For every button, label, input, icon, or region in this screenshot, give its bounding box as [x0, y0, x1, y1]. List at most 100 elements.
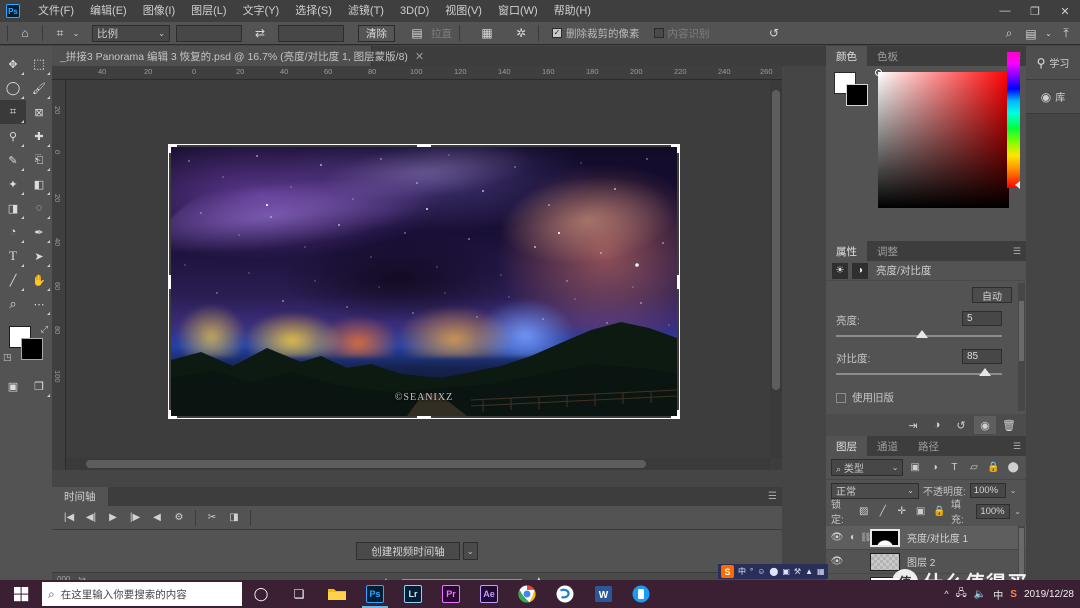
- task-view-icon[interactable]: ❏: [280, 580, 318, 608]
- document-tab[interactable]: _拼接3 Panorama 编辑 3 恢复的.psd @ 16.7% (亮度/对…: [52, 46, 424, 66]
- eyedropper-tool[interactable]: ⚲: [0, 124, 26, 148]
- brush-tool[interactable]: ✎: [0, 148, 26, 172]
- windows-start-icon[interactable]: [0, 580, 42, 608]
- straighten-icon[interactable]: ▤: [407, 24, 427, 43]
- filter-shape-icon[interactable]: ▱: [966, 460, 982, 476]
- play-button[interactable]: ▶: [102, 508, 124, 528]
- close-button[interactable]: ✕: [1050, 0, 1080, 22]
- fill-value[interactable]: 100%: [976, 503, 1011, 519]
- tab-properties[interactable]: 属性: [826, 241, 867, 261]
- zoom-tool[interactable]: ⌕: [0, 292, 26, 316]
- ime-menu[interactable]: ▦: [817, 567, 825, 576]
- ime-skin[interactable]: ▲: [805, 567, 813, 576]
- crop-width-input[interactable]: [176, 24, 242, 42]
- crop-handle-tr2[interactable]: [677, 144, 680, 153]
- contrast-slider[interactable]: [836, 368, 1002, 376]
- crop-overlay-icon[interactable]: ▦: [477, 24, 497, 43]
- tab-paths[interactable]: 路径: [908, 436, 949, 456]
- maximize-button[interactable]: ❐: [1020, 0, 1050, 22]
- default-colors-icon[interactable]: ◳: [3, 352, 12, 363]
- lock-all-icon[interactable]: 🔒: [932, 503, 947, 519]
- network-icon[interactable]: 🖧: [956, 586, 967, 603]
- menu-select[interactable]: 选择(S): [287, 0, 340, 22]
- cortana-icon[interactable]: ◯: [242, 580, 280, 608]
- clone-stamp-tool[interactable]: ⎗: [26, 148, 52, 172]
- lock-image-icon[interactable]: ╱: [875, 503, 890, 519]
- panel-menu-icon[interactable]: ☰: [1013, 247, 1021, 256]
- chevron-down-icon[interactable]: ⌄: [1010, 486, 1017, 495]
- canvas-vertical-scrollbar[interactable]: [770, 80, 782, 458]
- sogou-ime-logo-icon[interactable]: S: [721, 565, 734, 578]
- milky-way-panorama-image[interactable]: ©SEANIXZ: [171, 147, 677, 416]
- use-legacy-checkbox[interactable]: [836, 392, 846, 403]
- swap-colors-icon[interactable]: ⤢: [41, 324, 48, 335]
- contrast-value[interactable]: 85: [962, 349, 1002, 364]
- taskbar-app-photoshop[interactable]: Ps: [356, 580, 394, 608]
- tab-adjustments[interactable]: 调整: [867, 241, 908, 261]
- taskbar-app-file-explorer[interactable]: [318, 580, 356, 608]
- content-aware-checkbox[interactable]: ✓: [653, 28, 664, 38]
- chevron-down-icon[interactable]: ⌄: [462, 542, 478, 560]
- taskbar-app-sogou-browser[interactable]: [546, 580, 584, 608]
- chevron-down-icon[interactable]: ⌄: [70, 24, 82, 43]
- opacity-value[interactable]: 100%: [969, 483, 1006, 498]
- tab-color[interactable]: 颜色: [826, 46, 867, 66]
- spot-healing-tool[interactable]: ✚: [26, 124, 52, 148]
- split-clip-button[interactable]: ✂: [201, 508, 223, 528]
- filter-image-icon[interactable]: ▣: [907, 460, 923, 476]
- close-icon[interactable]: ✕: [415, 50, 424, 63]
- crop-handle-bl[interactable]: [168, 416, 177, 419]
- tab-timeline[interactable]: 时间轴: [52, 487, 108, 506]
- chevron-down-icon[interactable]: ⌄: [1014, 507, 1021, 516]
- hand-tool[interactable]: ✋: [26, 268, 52, 292]
- minimize-button[interactable]: —: [990, 0, 1020, 22]
- crop-ratio-select[interactable]: 比例 ⌄: [92, 24, 170, 42]
- clip-to-layer-icon[interactable]: ⇥: [902, 416, 924, 434]
- gradient-tool[interactable]: ◨: [0, 196, 26, 220]
- brightness-value[interactable]: 5: [962, 311, 1002, 326]
- brightness-slider[interactable]: [836, 330, 1002, 338]
- ime-emoji[interactable]: ☺: [757, 567, 765, 576]
- horizontal-ruler[interactable]: 40 20 0 20 40 60 80 100 120 140 160 180 …: [52, 66, 782, 80]
- menu-filter[interactable]: 滤镜(T): [340, 0, 392, 22]
- transition-button[interactable]: ◨: [223, 508, 245, 528]
- tab-channels[interactable]: 通道: [867, 436, 908, 456]
- panel-menu-icon[interactable]: ☰: [768, 491, 777, 502]
- search-input[interactable]: ⌕ 在这里输入你要搜索的内容: [42, 582, 242, 606]
- ime-screenshot[interactable]: ▣: [782, 567, 790, 576]
- type-tool[interactable]: T: [0, 244, 26, 268]
- menu-view[interactable]: 视图(V): [437, 0, 490, 22]
- menu-image[interactable]: 图像(I): [135, 0, 183, 22]
- menu-help[interactable]: 帮助(H): [546, 0, 599, 22]
- more-tools[interactable]: ⋯: [26, 292, 52, 316]
- document-workspace[interactable]: ©SEANIXZ: [66, 80, 782, 470]
- cropped-image-container[interactable]: ©SEANIXZ: [168, 144, 680, 419]
- hue-strip[interactable]: [1007, 52, 1020, 189]
- path-selection-tool[interactable]: ➤: [26, 244, 52, 268]
- clock-date[interactable]: 2019/12/28: [1024, 589, 1074, 600]
- taskbar-app-lightroom[interactable]: Lr: [394, 580, 432, 608]
- next-frame-button[interactable]: |▶: [124, 508, 146, 528]
- delete-cropped-checkbox[interactable]: ✓: [552, 28, 562, 38]
- background-color-swatch[interactable]: [846, 84, 868, 106]
- panel-menu-icon[interactable]: ☰: [1013, 442, 1021, 451]
- quick-selection-tool[interactable]: 🖌: [26, 76, 52, 100]
- volume-muted-icon[interactable]: 🔈: [974, 589, 986, 600]
- crop-handle-mr[interactable]: [677, 274, 680, 289]
- table-row[interactable]: 👁 图层 2: [826, 550, 1026, 574]
- pen-tool[interactable]: ✒: [26, 220, 52, 244]
- taskbar-app-chrome[interactable]: [508, 580, 546, 608]
- screen-mode-icon[interactable]: ❐: [26, 374, 52, 398]
- ime-chinese-icon[interactable]: 中: [993, 587, 1003, 602]
- crop-height-input[interactable]: [278, 24, 344, 42]
- previous-frame-button[interactable]: ◀|: [80, 508, 102, 528]
- move-tool[interactable]: ✥: [0, 52, 26, 76]
- taskbar-app-phone-link[interactable]: [622, 580, 660, 608]
- canvas-horizontal-scrollbar[interactable]: [66, 458, 770, 470]
- search-icon[interactable]: ⌕: [999, 24, 1019, 43]
- contrast-slider-knob[interactable]: [979, 368, 992, 376]
- properties-scrollbar[interactable]: [1018, 283, 1025, 411]
- eraser-tool[interactable]: ◧: [26, 172, 52, 196]
- clear-button[interactable]: 清除: [358, 24, 395, 42]
- menu-layer[interactable]: 图层(L): [183, 0, 234, 22]
